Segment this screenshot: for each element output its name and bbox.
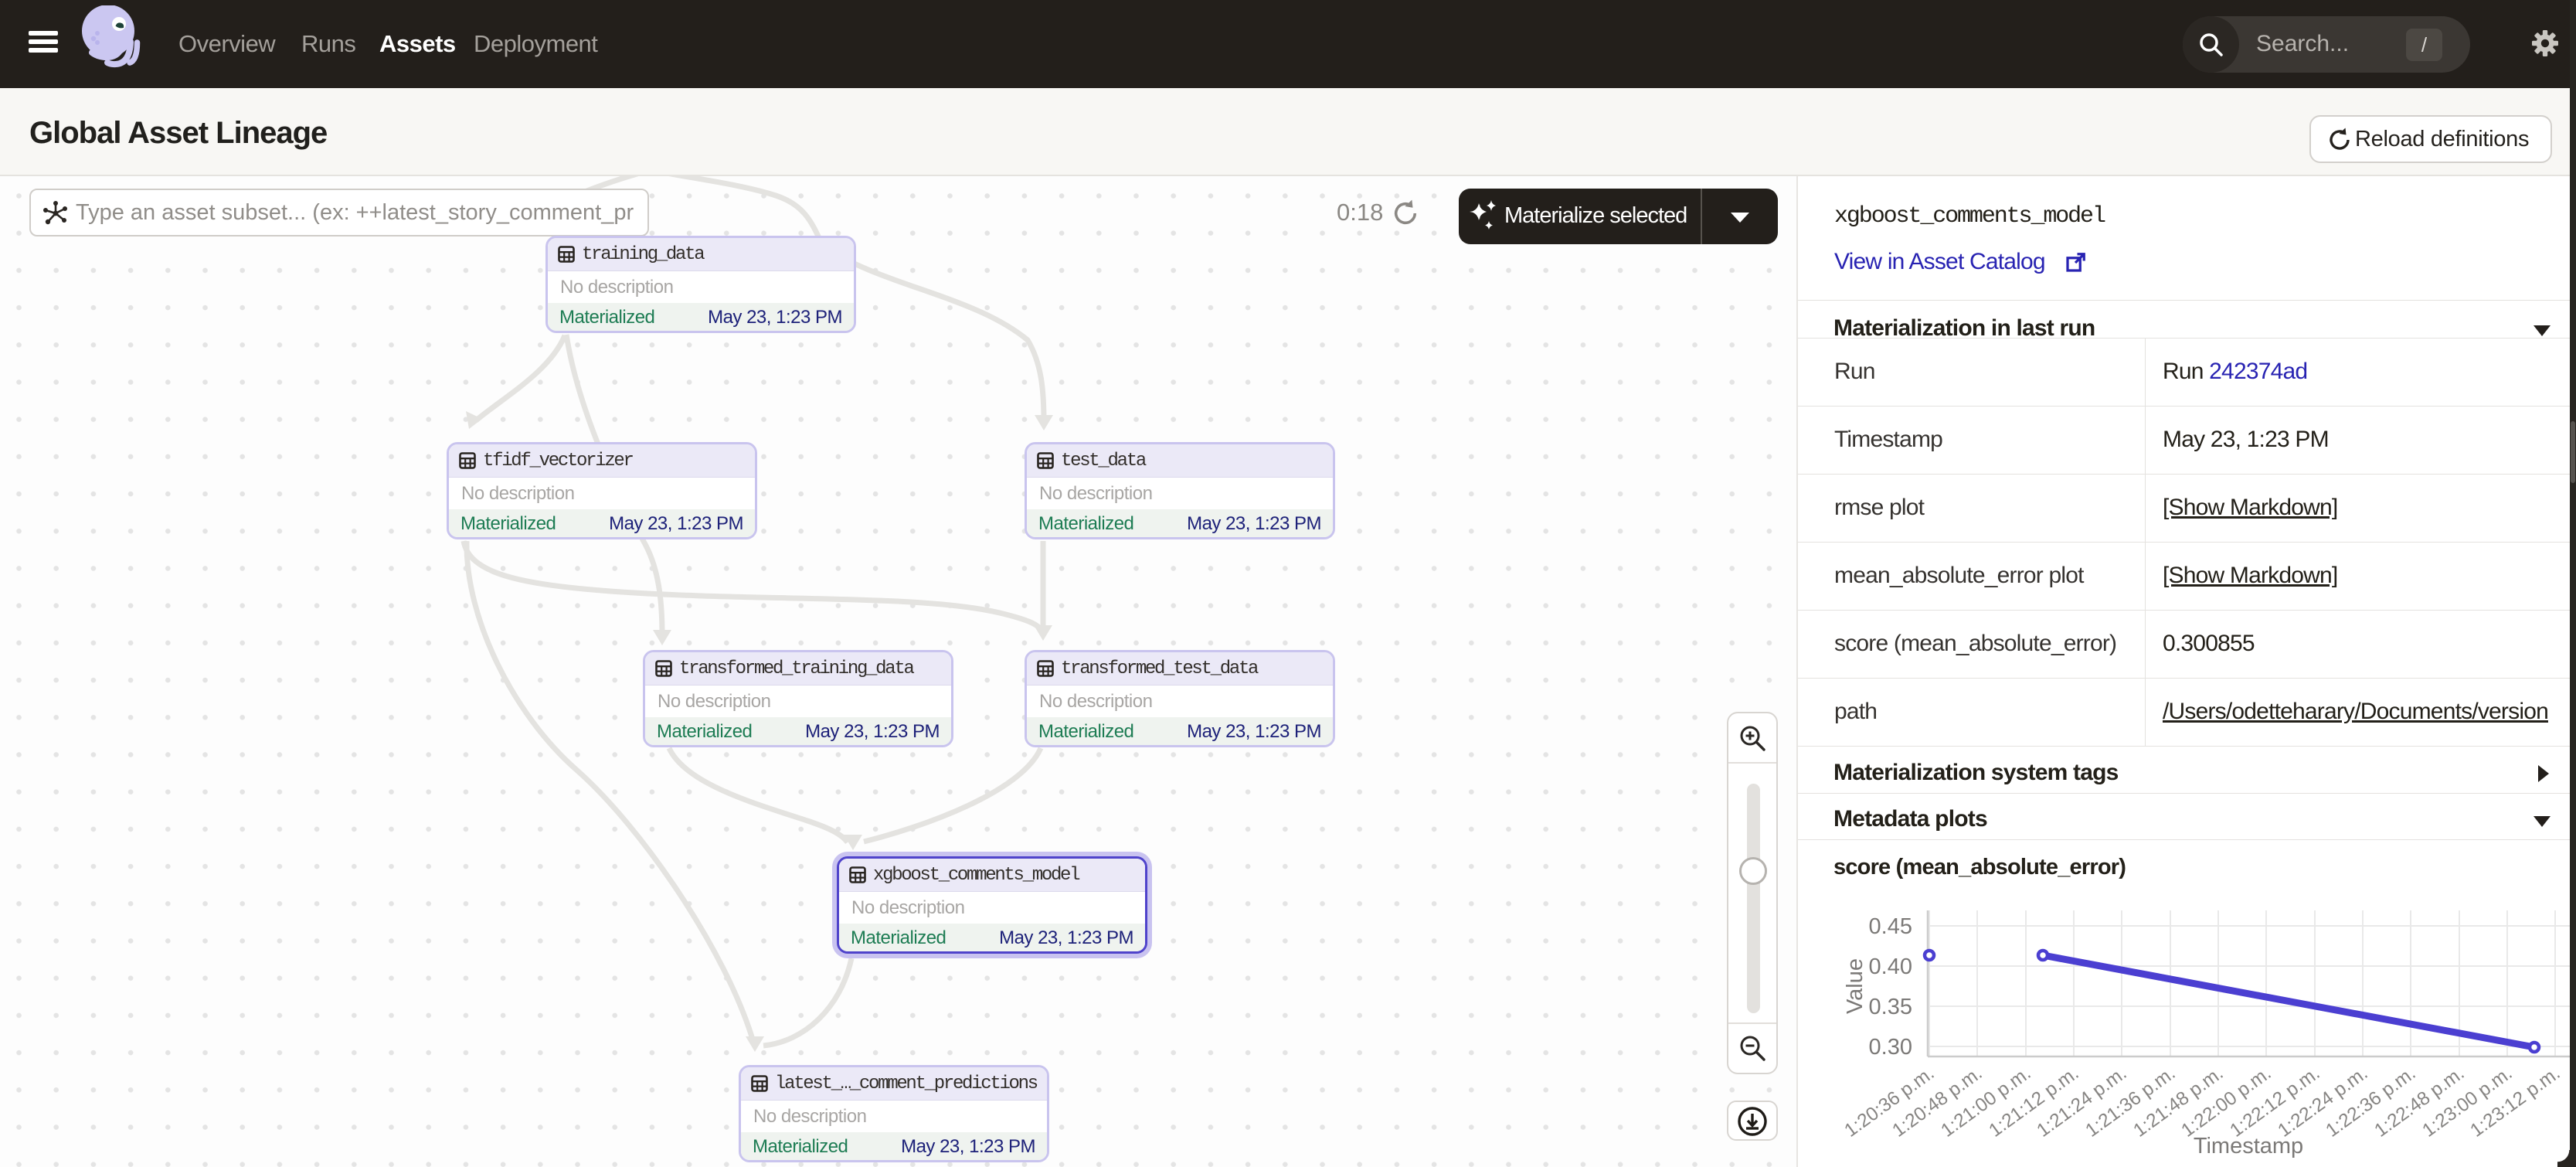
svg-text:0.40: 0.40 bbox=[1869, 954, 1912, 979]
svg-text:0.35: 0.35 bbox=[1869, 995, 1912, 1019]
svg-text:Value: Value bbox=[1843, 958, 1867, 1014]
svg-text:Timestamp: Timestamp bbox=[2194, 1134, 2303, 1158]
svg-text:0.45: 0.45 bbox=[1869, 914, 1912, 939]
svg-text:0.30: 0.30 bbox=[1869, 1035, 1912, 1060]
